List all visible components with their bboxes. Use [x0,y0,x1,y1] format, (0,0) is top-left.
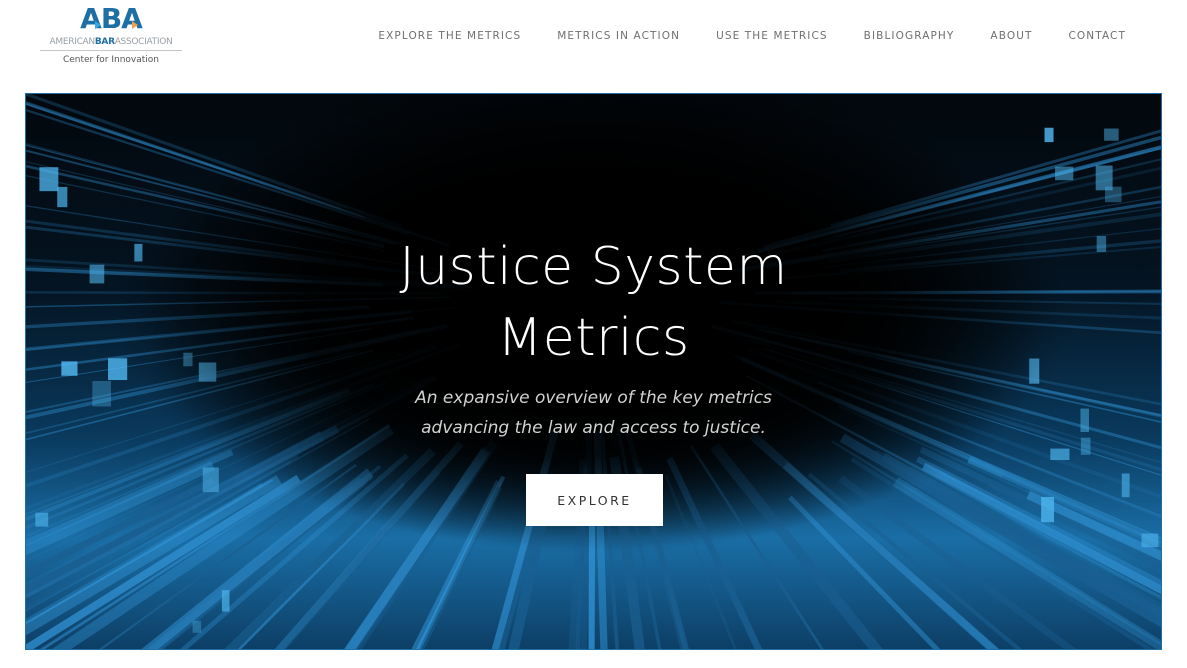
logo-word-association: ASSOCIATION [114,37,173,47]
nav-about[interactable]: ABOUT [990,29,1032,43]
aba-logo-letters: ABA [80,2,143,35]
main-nav: EXPLORE THE METRICS METRICS IN ACTION US… [342,29,1126,43]
site-header: ABA AMERICANBARASSOCIATION Center for In… [0,0,1187,93]
aba-logo-mark: ABA [40,4,182,34]
explore-button[interactable]: EXPLORE [526,474,663,526]
hero-banner: Justice System Metrics An expansive over… [25,93,1162,650]
hero-subtitle: An expansive overview of the key metrics… [26,383,1161,443]
logo-subtitle: Center for Innovation [62,55,160,65]
aba-logo[interactable]: ABA AMERICANBARASSOCIATION Center for In… [40,4,182,70]
logo-word-american: AMERICAN [49,37,96,47]
nav-metrics-in-action[interactable]: METRICS IN ACTION [557,29,680,43]
nav-bibliography[interactable]: BIBLIOGRAPHY [864,29,955,43]
nav-contact[interactable]: CONTACT [1069,29,1127,43]
logo-orange-triangle-icon [132,21,138,29]
aba-logo-wordmark: AMERICANBARASSOCIATION [40,36,182,51]
hero-title: Justice System Metrics [26,232,1161,374]
nav-use-the-metrics[interactable]: USE THE METRICS [716,29,828,43]
hero-title-line-1: Justice System [399,237,788,297]
logo-word-bar: BAR [94,37,115,47]
nav-explore-the-metrics[interactable]: EXPLORE THE METRICS [378,29,521,43]
hero-title-line-2: Metrics [497,308,690,368]
hero-subtitle-line-2: advancing the law and access to justice. [421,418,766,438]
logo-blue-triangle-icon [95,21,101,29]
hero-subtitle-line-1: An expansive overview of the key metrics [415,388,772,408]
